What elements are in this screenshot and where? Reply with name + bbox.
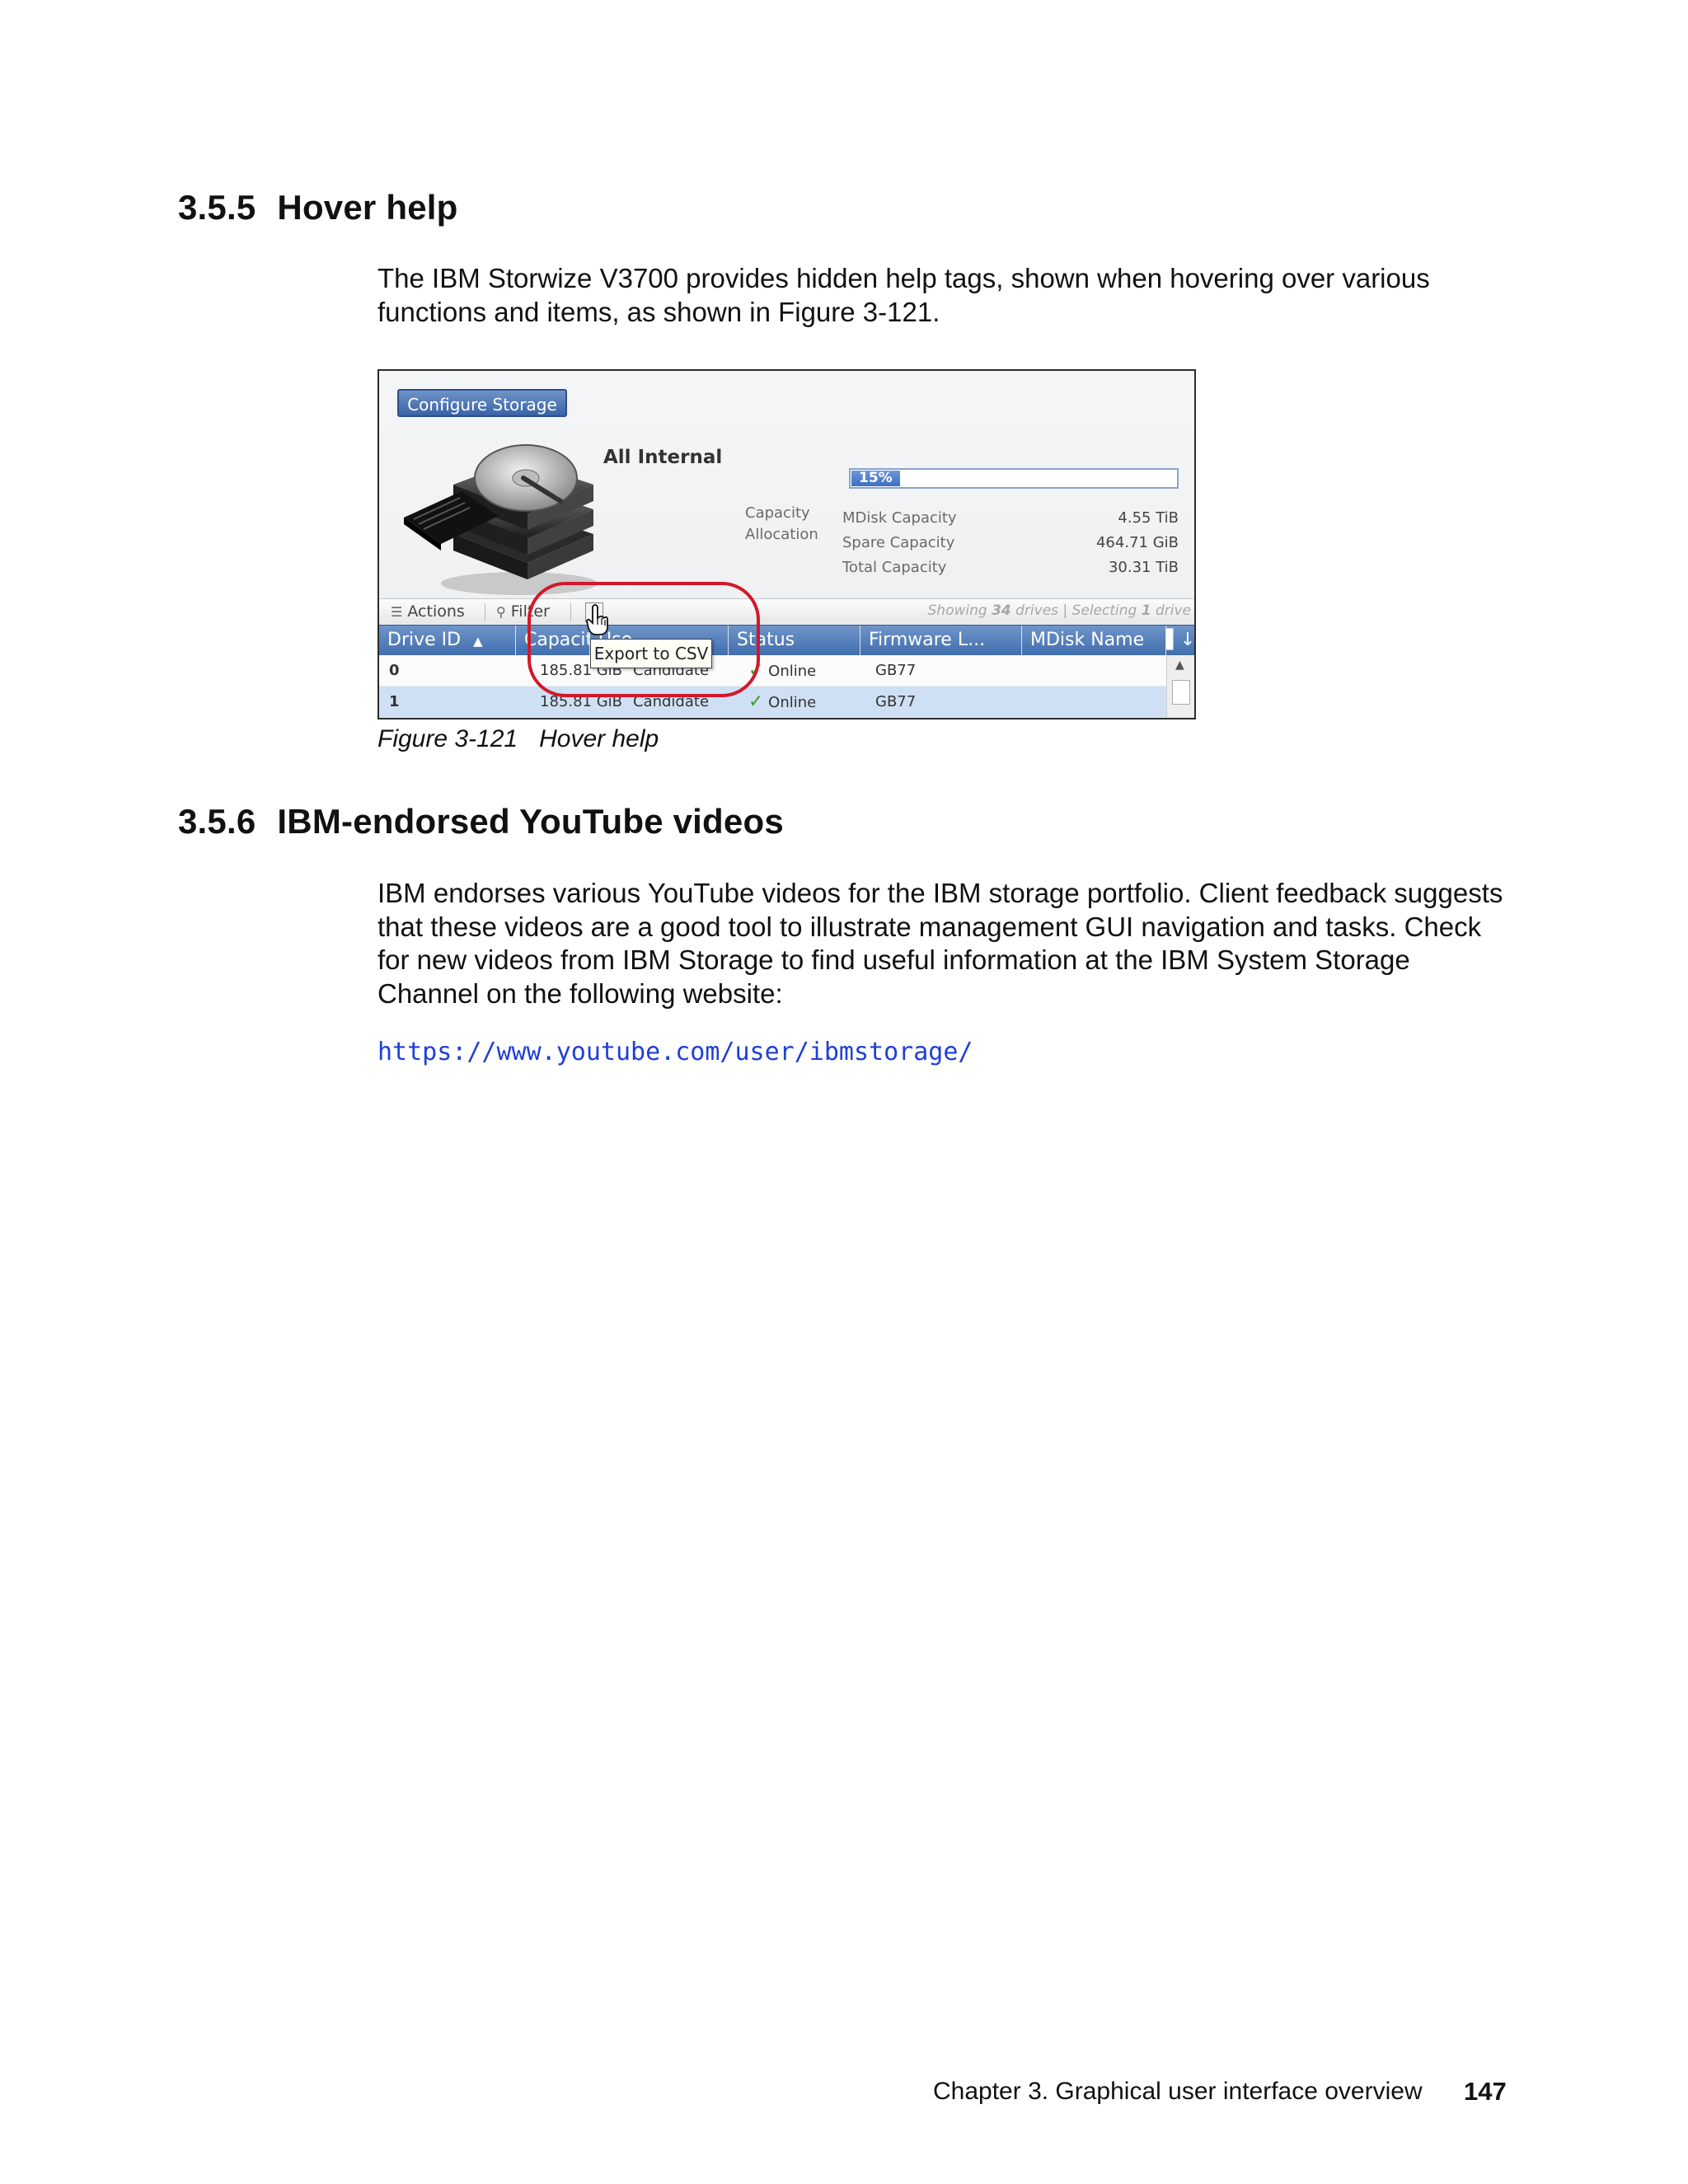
list-icon: ☰ — [391, 604, 403, 620]
selection-status: Showing 34 drives | Selecting 1 drive — [927, 602, 1192, 619]
column-header-drive-id[interactable]: Drive ID ▲ — [379, 626, 516, 655]
progress-text: 15% — [859, 470, 893, 486]
capacity-label-line-1: Capacity — [745, 504, 810, 522]
section-number: 3.5.5 — [178, 188, 256, 227]
page-number: 147 — [1464, 2077, 1507, 2106]
youtube-paragraph: IBM endorses various YouTube videos for … — [377, 878, 1503, 1009]
capacity-progress-bar: 15% — [849, 468, 1179, 489]
table-row-selected[interactable]: 1 185.81 GiB Candidate ✓ Online GB77 — [379, 687, 1166, 717]
caption-number: Figure 3-121 — [377, 725, 518, 752]
capacity-label-line-2: Allocation — [745, 526, 818, 543]
table-row[interactable]: 0 185.81 GiB Candidate ✓ Online GB77 — [379, 655, 1166, 686]
sort-ascending-icon: ▲ — [473, 634, 483, 649]
actions-label: Actions — [407, 602, 465, 621]
footer-chapter-title: Chapter 3. Graphical user interface over… — [933, 2078, 1423, 2105]
table-header: Drive ID ▲ Capacity Use Status Firmware … — [379, 625, 1194, 656]
cell-drive-id: 0 — [389, 662, 400, 679]
configure-storage-button[interactable]: Configure Storage — [397, 389, 567, 417]
column-header-mdisk-name[interactable]: MDisk Name — [1022, 626, 1166, 655]
spare-capacity-value: 464.71 GiB — [1095, 534, 1179, 551]
section-heading-youtube-videos: 3.5.6 IBM-endorsed YouTube videos — [178, 802, 784, 841]
column-header-firmware[interactable]: Firmware L... — [860, 626, 1022, 655]
capacity-allocation-label: Capacity Allocation — [745, 503, 818, 546]
total-capacity-label: Total Capacity — [842, 559, 947, 576]
cell-drive-id: 1 — [389, 693, 400, 710]
scroll-thumb[interactable] — [1172, 680, 1190, 705]
column-chooser-icon[interactable]: ▌↓ — [1166, 626, 1194, 655]
mdisk-capacity-value: 4.55 TiB — [1118, 509, 1179, 527]
hand-cursor-icon — [586, 604, 608, 635]
section-title: Hover help — [277, 188, 458, 227]
table-toolbar: ☰ Actions ⚲ Filter Showing 34 drives | S… — [379, 598, 1194, 624]
caption-text: Hover help — [539, 725, 659, 752]
actions-menu[interactable]: ☰ Actions — [391, 601, 465, 622]
section-heading-hover-help: 3.5.5 Hover help — [178, 188, 457, 227]
total-capacity-value: 30.31 TiB — [1108, 559, 1179, 576]
check-icon: ✓ — [748, 691, 764, 712]
youtube-link[interactable]: https://www.youtube.com/user/ibmstorage/ — [377, 1038, 973, 1066]
mdisk-capacity-label: MDisk Capacity — [842, 509, 957, 527]
cell-firmware: GB77 — [875, 662, 917, 679]
scroll-up-icon[interactable]: ▲ — [1175, 658, 1184, 672]
figure-hover-help-screenshot: Configure Storage All Internal Capacity — [377, 369, 1196, 719]
section-title: IBM-endorsed YouTube videos — [277, 802, 784, 841]
highlight-ring — [528, 582, 760, 697]
cell-status: Online — [768, 694, 817, 711]
pool-title: All Internal — [603, 447, 723, 468]
status-cell: ✓ Online — [748, 687, 816, 717]
spare-capacity-label: Spare Capacity — [842, 534, 955, 551]
drive-stack-icon — [404, 444, 598, 595]
table-scrollbar[interactable]: ▲ — [1166, 655, 1194, 718]
search-icon: ⚲ — [496, 604, 506, 620]
cell-status: Online — [768, 663, 817, 680]
cell-firmware: GB77 — [875, 693, 917, 710]
hover-help-paragraph: The IBM Storwize V3700 provides hidden h… — [377, 263, 1430, 327]
section-number: 3.5.6 — [178, 802, 256, 841]
figure-caption: Figure 3-121 Hover help — [377, 725, 659, 753]
